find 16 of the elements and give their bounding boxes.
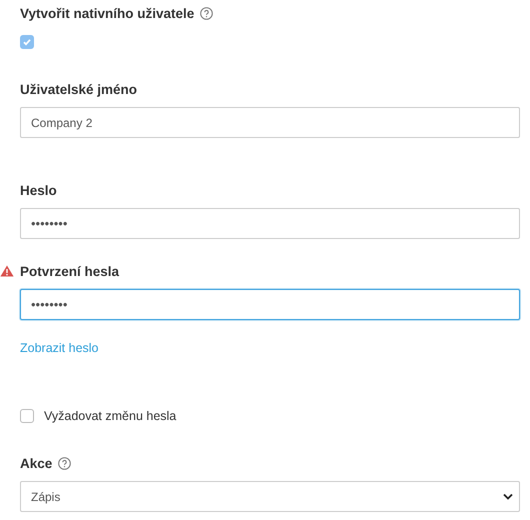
text-field[interactable]: Company 2 [20,107,520,138]
warning-icon [0,265,14,277]
field-label: Akce [20,456,52,470]
checkbox[interactable] [20,409,34,423]
caret-icon [503,493,513,500]
field-label: Uživatelské jméno [20,82,138,96]
password-field[interactable]: •••••••• [20,208,520,239]
field-label: Vytvořit nativního uživatele [20,6,194,20]
help-icon[interactable] [200,6,214,20]
check-icon [22,37,32,47]
field-label: Potvrzení hesla [20,264,120,278]
help-icon[interactable] [58,456,72,470]
checkbox-label: Vyžadovat změnu hesla [44,409,176,423]
password-field[interactable]: •••••••• [20,289,520,320]
select-field[interactable]: Zápis [20,481,520,512]
field-label: Heslo [20,182,57,198]
